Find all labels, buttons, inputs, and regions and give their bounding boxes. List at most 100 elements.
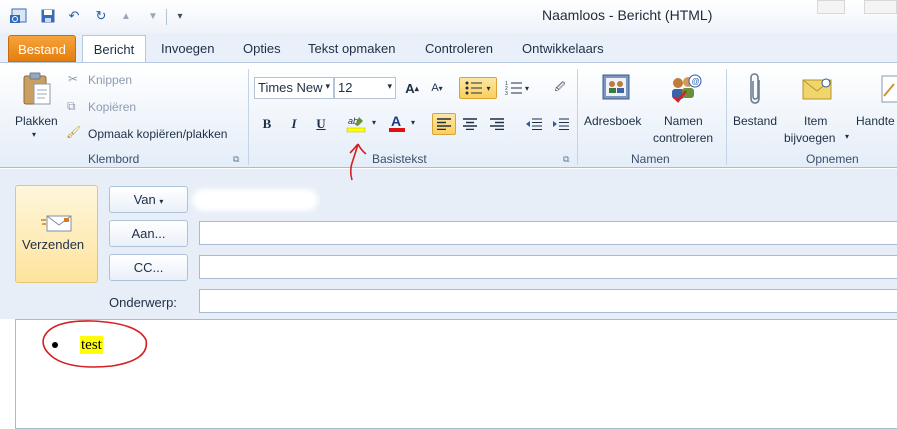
to-button[interactable]: Aan... [109, 220, 188, 247]
decrease-indent-icon [526, 118, 542, 130]
grow-font-icon[interactable]: A ▴ [401, 77, 423, 99]
window-title: Naamloos - Bericht (HTML) [542, 7, 713, 23]
group-label-opnemen: Opnemen [806, 152, 859, 166]
send-button[interactable]: Verzenden [15, 185, 98, 283]
group-separator [248, 69, 249, 165]
align-center-icon [463, 118, 477, 130]
bullet-list-icon [465, 81, 483, 95]
signature-button[interactable]: Handte [856, 114, 895, 128]
from-label: Van [133, 192, 156, 207]
decrease-indent-button[interactable] [523, 113, 545, 135]
format-painter-icon: 🖌 [66, 125, 82, 139]
group-label-basistekst: Basistekst [372, 152, 427, 166]
dialog-launcher-icon[interactable]: ⧉ [233, 154, 239, 165]
separator [166, 9, 167, 25]
envelope-icon[interactable] [801, 75, 833, 103]
tab-bestand[interactable]: Bestand [8, 35, 76, 62]
check-names-label-2[interactable]: controleren [653, 131, 713, 145]
font-name-value: Times New [258, 80, 323, 95]
bullets-button[interactable]: ▾ [459, 77, 497, 99]
highlighter-icon: ab [346, 116, 366, 133]
to-field[interactable] [199, 221, 897, 245]
bullet-point [52, 342, 58, 348]
paste-icon[interactable] [20, 71, 54, 109]
font-size-select[interactable]: 12 ▾ [334, 77, 396, 99]
italic-button[interactable]: I [283, 113, 305, 135]
attach-item-label-1[interactable]: Item [804, 114, 827, 128]
customize-icon[interactable]: ▾ [172, 8, 188, 24]
svg-text:@: @ [692, 77, 700, 86]
font-color-button[interactable]: A [386, 112, 408, 134]
sender-address-redacted [196, 193, 314, 207]
address-book-icon[interactable] [598, 71, 634, 105]
font-name-select[interactable]: Times New ▾ [254, 77, 334, 99]
tab-tekst-opmaken[interactable]: Tekst opmaken [300, 35, 403, 62]
body-text: test [80, 336, 103, 354]
copy-icon: ⧉ [67, 99, 76, 113]
tab-controleren[interactable]: Controleren [417, 35, 501, 62]
increase-indent-button[interactable] [550, 113, 572, 135]
font-color-icon: A [389, 113, 405, 132]
cc-field[interactable] [199, 255, 897, 279]
close-button[interactable] [864, 0, 897, 14]
font-size-value: 12 [338, 80, 353, 95]
cut-button[interactable]: Knippen [88, 73, 132, 87]
group-separator [577, 69, 578, 165]
paperclip-icon[interactable] [744, 71, 768, 107]
cc-button[interactable]: CC... [109, 254, 188, 281]
down-arrow-icon[interactable]: ▼ [145, 8, 161, 24]
minimize-button[interactable] [817, 0, 845, 14]
align-left-button[interactable] [432, 113, 456, 135]
paste-button[interactable]: Plakken [15, 114, 58, 128]
subject-label: Onderwerp: [109, 295, 177, 310]
increase-indent-icon [553, 118, 569, 130]
svg-text:3: 3 [505, 91, 508, 95]
check-names-label-1[interactable]: Namen [664, 114, 703, 128]
chevron-down-icon[interactable]: ▾ [845, 132, 849, 141]
copy-button[interactable]: Kopiëren [88, 100, 136, 114]
chevron-down-icon[interactable]: ▾ [411, 118, 415, 127]
send-label: Verzenden [22, 237, 85, 252]
subject-field[interactable] [199, 289, 897, 313]
up-arrow-icon[interactable]: ▲ [118, 8, 134, 24]
undo-icon[interactable]: ↶ [66, 8, 82, 24]
message-body[interactable] [15, 319, 897, 429]
scissors-icon: ✂ [68, 72, 79, 86]
redo-icon[interactable]: ↻ [93, 8, 109, 24]
address-book-button[interactable]: Adresboek [584, 114, 641, 128]
tab-ontwikkelaars[interactable]: Ontwikkelaars [514, 35, 612, 62]
tab-invoegen[interactable]: Invoegen [153, 35, 223, 62]
format-painter-button[interactable]: Opmaak kopiëren/plakken [88, 127, 227, 141]
ribbon: Plakken ▾ ✂ Knippen ⧉ Kopiëren 🖌 Opmaak … [0, 62, 897, 168]
chevron-down-icon: ▾ [159, 197, 164, 206]
align-left-icon [437, 118, 451, 130]
ribbon-tabs: Bestand Bericht Invoegen Opties Tekst op… [0, 33, 897, 63]
bold-button[interactable]: B [256, 113, 278, 135]
align-right-button[interactable] [486, 113, 508, 135]
group-label-klembord: Klembord [88, 152, 140, 166]
align-right-icon [490, 118, 504, 130]
dialog-launcher-icon[interactable]: ⧉ [563, 154, 569, 165]
signature-icon[interactable] [880, 73, 897, 105]
clear-formatting-icon[interactable]: 🖉 [549, 77, 571, 99]
send-envelope-icon [41, 212, 73, 237]
shrink-font-icon[interactable]: A ▾ [426, 77, 448, 99]
tab-bericht[interactable]: Bericht [82, 35, 146, 62]
from-button[interactable]: Van ▾ [109, 186, 188, 213]
align-center-button[interactable] [459, 113, 481, 135]
underline-button[interactable]: U [310, 113, 332, 135]
group-separator [726, 69, 727, 165]
highlight-button[interactable]: ab [345, 112, 367, 134]
outlook-icon[interactable] [8, 8, 30, 24]
attach-file-button[interactable]: Bestand [733, 114, 777, 128]
chevron-down-icon: ▾ [325, 81, 330, 91]
numbering-button[interactable]: 123 ▾ [501, 77, 533, 99]
save-icon[interactable] [40, 8, 56, 24]
tab-opties[interactable]: Opties [235, 35, 289, 62]
attach-item-label-2[interactable]: bijvoegen [784, 131, 835, 145]
svg-text:A: A [391, 113, 401, 129]
check-names-icon[interactable]: @ [666, 71, 704, 105]
chevron-down-icon[interactable]: ▾ [32, 130, 36, 139]
chevron-down-icon[interactable]: ▾ [372, 118, 376, 127]
group-label-namen: Namen [631, 152, 670, 166]
